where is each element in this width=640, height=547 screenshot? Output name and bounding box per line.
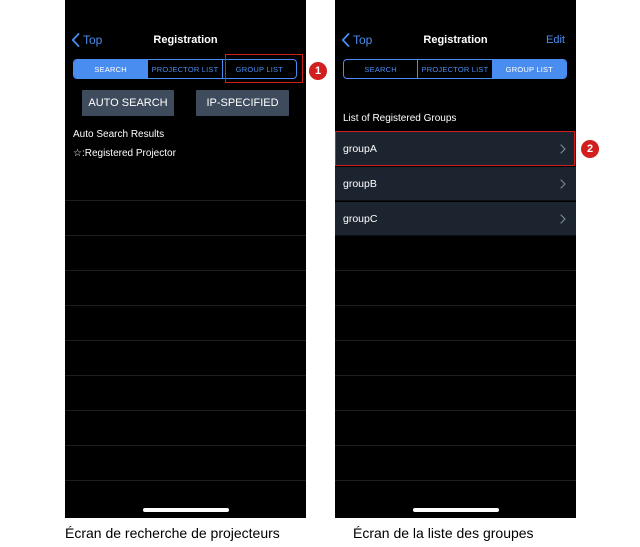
callout-marker-1: 1 — [309, 62, 327, 80]
group-label: groupB — [343, 177, 377, 190]
chevron-left-icon — [341, 33, 350, 47]
nav-bar: Top Registration Edit — [335, 28, 576, 52]
list-separator — [65, 410, 306, 411]
group-label: groupC — [343, 212, 378, 225]
results-heading: Auto Search Results — [73, 129, 165, 140]
home-indicator — [142, 508, 229, 512]
chevron-right-icon — [560, 179, 566, 189]
back-button[interactable]: Top — [341, 28, 372, 52]
list-separator — [65, 200, 306, 201]
edit-button[interactable]: Edit — [546, 28, 565, 52]
chevron-left-icon — [71, 33, 80, 47]
caption-search-screen: Écran de recherche de projecteurs — [65, 525, 280, 541]
list-separator — [335, 270, 576, 271]
group-row-groupc[interactable]: groupC — [335, 202, 576, 236]
list-separator — [65, 375, 306, 376]
nav-bar: Top Registration — [65, 28, 306, 52]
list-separator — [65, 340, 306, 341]
tab-search[interactable]: SEARCH — [74, 60, 148, 78]
list-separator — [65, 270, 306, 271]
tab-search[interactable]: SEARCH — [344, 60, 417, 78]
tab-projector-list[interactable]: PROJECTOR LIST — [147, 60, 221, 78]
tab-projector-list[interactable]: PROJECTOR LIST — [417, 60, 491, 78]
callout-marker-2: 2 — [581, 140, 599, 158]
tab-group-list[interactable]: GROUP LIST — [491, 60, 566, 78]
group-a-highlight — [335, 131, 575, 166]
back-label: Top — [353, 33, 373, 47]
list-separator — [335, 340, 576, 341]
back-button[interactable]: Top — [71, 28, 102, 52]
tab-bar: SEARCH PROJECTOR LIST GROUP LIST — [343, 59, 567, 79]
list-separator — [65, 480, 306, 481]
list-separator — [335, 305, 576, 306]
registered-legend: ☆:Registered Projector — [73, 148, 176, 159]
auto-search-button[interactable]: AUTO SEARCH — [82, 90, 174, 116]
groups-heading: List of Registered Groups — [343, 113, 457, 124]
list-separator — [65, 445, 306, 446]
ip-specified-button[interactable]: IP-SPECIFIED — [196, 90, 289, 116]
list-separator — [335, 480, 576, 481]
list-separator — [335, 375, 576, 376]
list-separator — [65, 235, 306, 236]
list-separator — [335, 410, 576, 411]
back-label: Top — [83, 33, 103, 47]
home-indicator — [412, 508, 499, 512]
list-separator — [335, 445, 576, 446]
group-list-screen: Top Registration Edit SEARCH PROJECTOR L… — [335, 0, 576, 518]
group-list-highlight — [225, 54, 303, 83]
chevron-right-icon — [560, 214, 566, 224]
caption-group-list-screen: Écran de la liste des groupes — [353, 525, 534, 541]
list-separator — [65, 305, 306, 306]
group-row-groupb[interactable]: groupB — [335, 167, 576, 201]
